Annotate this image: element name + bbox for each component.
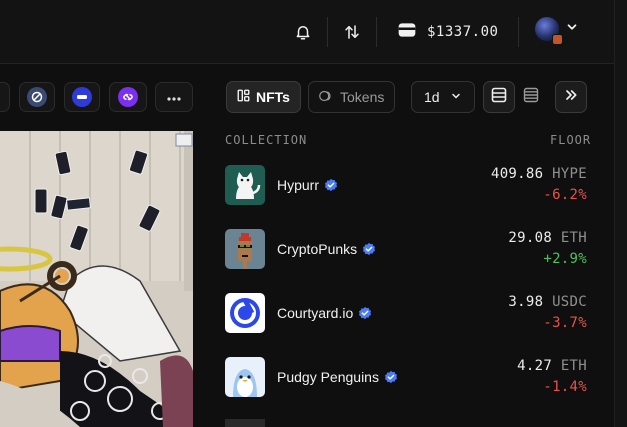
chevron-down-icon: [450, 89, 462, 105]
verified-badge-icon: [384, 370, 397, 384]
expand-panel-button[interactable]: [555, 81, 587, 113]
verified-badge-icon: [363, 242, 376, 256]
divider: [518, 17, 519, 47]
more-icon: [167, 88, 181, 106]
swap-icon[interactable]: [340, 20, 364, 44]
tab-nfts[interactable]: NFTs: [226, 81, 301, 113]
avatar: [535, 17, 563, 45]
chain-icon: [27, 87, 47, 107]
verified-badge-icon: [359, 306, 372, 320]
coins-icon: [319, 89, 334, 105]
featured-nft-image[interactable]: [0, 131, 193, 427]
chain-filter-chip[interactable]: [19, 82, 55, 112]
wallet-icon: [397, 21, 417, 44]
floor-column-header: FLOOR: [550, 133, 592, 147]
verified-badge-icon: [325, 178, 338, 192]
chevron-down-icon: [565, 20, 579, 39]
divider: [327, 17, 328, 47]
top-bar: $1337.00: [0, 0, 627, 64]
chain-filter-chip[interactable]: [0, 82, 10, 112]
chain-filter-chip[interactable]: [64, 82, 100, 112]
floor-currency: ETH: [560, 358, 587, 374]
collection-thumbnail: [225, 357, 265, 397]
divider: [376, 17, 377, 47]
tab-tokens-label: Tokens: [340, 89, 385, 105]
collection-row-hypurr[interactable]: Hypurr 409.86 HYPE -6.2%: [225, 165, 587, 205]
chain-filter-chip[interactable]: [109, 82, 147, 112]
collection-column-header: COLLECTION: [225, 133, 308, 147]
floor-change: -1.4%: [543, 379, 587, 395]
list-view-icon: [491, 87, 507, 108]
collection-name: Pudgy Penguins: [277, 369, 379, 385]
collection-thumbnail: [225, 293, 265, 333]
collection-row-partial[interactable]: [225, 419, 587, 427]
time-period-select[interactable]: 1d: [411, 81, 475, 113]
collection-name: Hypurr: [277, 177, 320, 193]
floor-change: -3.7%: [543, 315, 587, 331]
account-menu[interactable]: [535, 17, 579, 45]
collection-name: Courtyard.io: [277, 305, 354, 321]
collection-thumbnail: [225, 165, 265, 205]
tab-nfts-label: NFTs: [256, 89, 290, 105]
bell-icon[interactable]: [291, 20, 315, 44]
collection-name: CryptoPunks: [277, 241, 358, 257]
more-chains-button[interactable]: [155, 82, 193, 112]
chain-icon: [72, 87, 92, 107]
floor-currency: HYPE: [552, 166, 587, 182]
double-chevron-right-icon: [563, 87, 579, 108]
floor-price: 409.86: [490, 166, 544, 182]
grid-icon: [237, 89, 250, 105]
collection-row-cryptopunks[interactable]: CryptoPunks 29.08 ETH +2.9%: [225, 229, 587, 269]
floor-change: +2.9%: [543, 251, 587, 267]
tab-tokens[interactable]: Tokens: [308, 81, 396, 113]
wallet-balance: $1337.00: [427, 24, 499, 40]
compact-view-icon: [523, 87, 539, 108]
list-view-button[interactable]: [483, 81, 515, 113]
time-period-value: 1d: [424, 89, 440, 105]
scrollbar-track[interactable]: [614, 0, 627, 427]
wallet-balance-button[interactable]: $1337.00: [397, 20, 498, 44]
collection-thumbnail: [225, 229, 265, 269]
floor-price: 29.08: [508, 230, 553, 246]
floor-price: 3.98: [508, 294, 544, 310]
floor-price: 4.27: [517, 358, 553, 374]
floor-change: -6.2%: [543, 187, 587, 203]
collection-row-pudgy-penguins[interactable]: Pudgy Penguins 4.27 ETH -1.4%: [225, 357, 587, 397]
collection-row-courtyard[interactable]: Courtyard.io 3.98 USDC -3.7%: [225, 293, 587, 333]
chain-icon: [118, 87, 138, 107]
floor-currency: USDC: [552, 294, 587, 310]
network-badge: [552, 34, 563, 45]
collection-thumbnail: [225, 419, 265, 427]
floor-currency: ETH: [560, 230, 587, 246]
compact-view-button[interactable]: [515, 81, 547, 113]
